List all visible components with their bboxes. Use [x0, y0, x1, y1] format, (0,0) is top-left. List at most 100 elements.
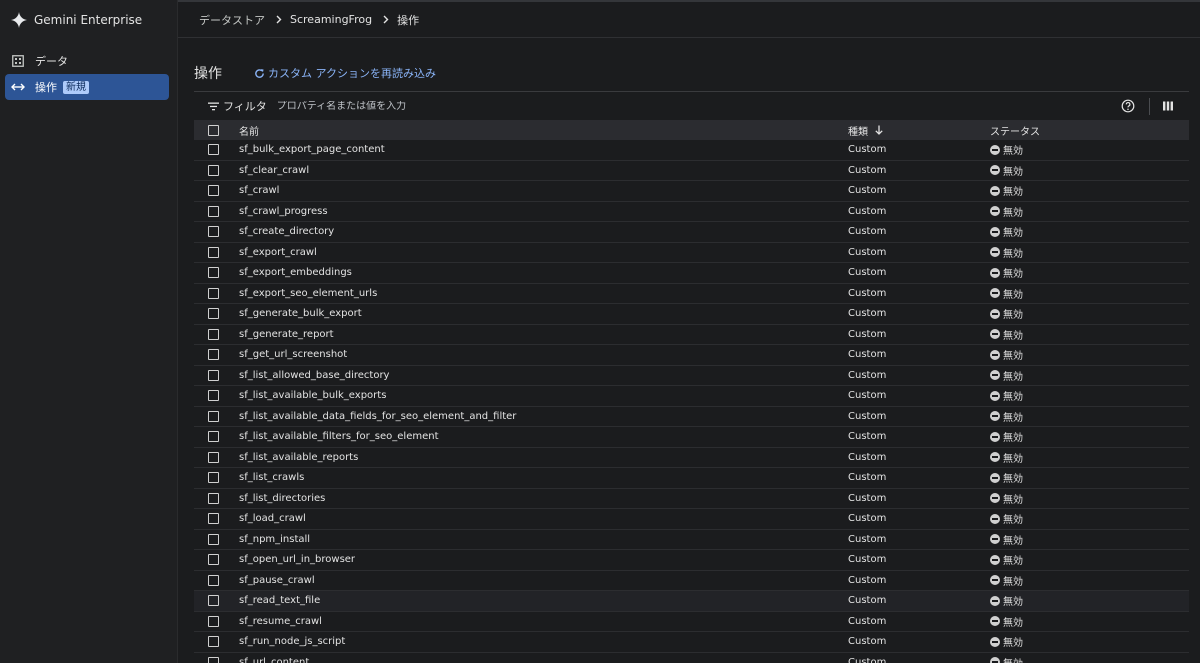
table-row[interactable]: sf_get_url_screenshot Custom 無効	[194, 345, 1189, 366]
select-all-checkbox[interactable]	[208, 124, 219, 136]
action-name[interactable]: sf_open_url_in_browser	[239, 554, 848, 565]
table-row[interactable]: sf_run_node_js_script Custom 無効	[194, 632, 1189, 653]
row-checkbox[interactable]	[208, 472, 219, 484]
sidebar-item-label: 操作	[35, 81, 57, 94]
action-name[interactable]: sf_crawl_progress	[239, 206, 848, 217]
table-row[interactable]: sf_pause_crawl Custom 無効	[194, 571, 1189, 591]
table-row[interactable]: sf_list_available_reports Custom 無効	[194, 448, 1189, 468]
row-checkbox[interactable]	[208, 308, 219, 320]
action-status: 無効	[990, 409, 1023, 424]
row-checkbox[interactable]	[208, 513, 219, 525]
action-name[interactable]: sf_bulk_export_page_content	[239, 144, 848, 155]
action-name[interactable]: sf_list_allowed_base_directory	[239, 370, 848, 381]
action-name[interactable]: sf_get_url_screenshot	[239, 349, 848, 360]
action-name[interactable]: sf_export_seo_element_urls	[239, 288, 848, 299]
action-name[interactable]: sf_list_crawls	[239, 472, 848, 483]
action-name[interactable]: sf_url_content	[239, 657, 848, 663]
action-type: Custom	[848, 431, 887, 443]
action-name[interactable]: sf_npm_install	[239, 534, 848, 545]
action-name[interactable]: sf_list_directories	[239, 493, 848, 504]
row-checkbox[interactable]	[208, 554, 219, 566]
reload-custom-actions-button[interactable]: カスタム アクションを再読み込み	[254, 65, 436, 81]
table-row[interactable]: sf_resume_crawl Custom 無効	[194, 612, 1189, 632]
table-row[interactable]: sf_open_url_in_browser Custom 無効	[194, 550, 1189, 571]
refresh-icon	[255, 68, 264, 78]
table-row[interactable]: sf_list_crawls Custom 無効	[194, 468, 1189, 489]
row-checkbox[interactable]	[208, 410, 219, 422]
breadcrumb-datastore[interactable]: データストア	[199, 12, 265, 28]
table-row[interactable]: sf_load_crawl Custom 無効	[194, 509, 1189, 530]
table-row[interactable]: sf_generate_report Custom 無効	[194, 325, 1189, 345]
row-checkbox[interactable]	[208, 328, 219, 340]
row-checkbox[interactable]	[208, 656, 219, 663]
table-row[interactable]: sf_list_available_bulk_exports Custom 無効	[194, 386, 1189, 407]
table-row[interactable]: sf_generate_bulk_export Custom 無効	[194, 304, 1189, 325]
action-name[interactable]: sf_generate_bulk_export	[239, 308, 848, 319]
column-header-status[interactable]: ステータス	[990, 123, 1040, 138]
help-icon[interactable]	[1121, 99, 1135, 113]
row-checkbox[interactable]	[208, 451, 219, 463]
row-checkbox[interactable]	[208, 574, 219, 586]
row-checkbox[interactable]	[208, 595, 219, 607]
action-name[interactable]: sf_list_available_reports	[239, 452, 848, 463]
action-name[interactable]: sf_create_directory	[239, 226, 848, 237]
column-header-name[interactable]: 名前	[239, 123, 848, 138]
table-row[interactable]: sf_npm_install Custom 無効	[194, 530, 1189, 550]
row-checkbox[interactable]	[208, 615, 219, 627]
row-checkbox[interactable]	[208, 533, 219, 545]
action-name[interactable]: sf_resume_crawl	[239, 616, 848, 627]
action-name[interactable]: sf_read_text_file	[239, 595, 848, 606]
row-checkbox[interactable]	[208, 390, 219, 402]
row-checkbox[interactable]	[208, 492, 219, 504]
action-name[interactable]: sf_crawl	[239, 185, 848, 196]
row-checkbox[interactable]	[208, 205, 219, 217]
row-checkbox[interactable]	[208, 246, 219, 258]
table-row[interactable]: sf_list_available_filters_for_seo_elemen…	[194, 427, 1189, 448]
action-name[interactable]: sf_run_node_js_script	[239, 636, 848, 647]
brand[interactable]: Gemini Enterprise	[11, 11, 142, 29]
row-checkbox[interactable]	[208, 431, 219, 443]
row-checkbox[interactable]	[208, 287, 219, 299]
table-row[interactable]: sf_crawl_progress Custom 無効	[194, 202, 1189, 222]
row-checkbox[interactable]	[208, 164, 219, 176]
table-row[interactable]: sf_read_text_file Custom 無効	[194, 591, 1189, 612]
filter-button[interactable]: フィルタ	[208, 98, 267, 114]
table-row[interactable]: sf_list_directories Custom 無効	[194, 489, 1189, 509]
row-checkbox[interactable]	[208, 226, 219, 238]
action-type: Custom	[848, 267, 887, 279]
table-row[interactable]: sf_export_embeddings Custom 無効	[194, 263, 1189, 284]
row-checkbox[interactable]	[208, 185, 219, 197]
sidebar-item-actions[interactable]: 操作 新規	[5, 74, 169, 100]
table-row[interactable]: sf_export_seo_element_urls Custom 無効	[194, 284, 1189, 304]
action-name[interactable]: sf_generate_report	[239, 329, 848, 340]
table-row[interactable]: sf_list_allowed_base_directory Custom 無効	[194, 366, 1189, 386]
filter-icon	[208, 102, 219, 110]
filter-input[interactable]	[276, 100, 877, 112]
column-header-type[interactable]: 種類	[848, 123, 990, 138]
action-name[interactable]: sf_export_embeddings	[239, 267, 848, 278]
row-checkbox[interactable]	[208, 267, 219, 279]
table-row[interactable]: sf_export_crawl Custom 無効	[194, 243, 1189, 263]
status-label: 無効	[1003, 269, 1023, 281]
action-name[interactable]: sf_list_available_bulk_exports	[239, 390, 848, 401]
row-checkbox[interactable]	[208, 349, 219, 361]
action-name[interactable]: sf_clear_crawl	[239, 165, 848, 176]
table-row[interactable]: sf_crawl Custom 無効	[194, 181, 1189, 202]
table-row[interactable]: sf_list_available_data_fields_for_seo_el…	[194, 407, 1189, 427]
table-row[interactable]: sf_clear_crawl Custom 無効	[194, 161, 1189, 181]
sidebar-item-data[interactable]: データ	[5, 48, 169, 74]
table-row[interactable]: sf_bulk_export_page_content Custom 無効	[194, 140, 1189, 161]
action-name[interactable]: sf_load_crawl	[239, 513, 848, 524]
column-display-icon[interactable]	[1162, 100, 1174, 112]
action-name[interactable]: sf_export_crawl	[239, 247, 848, 258]
row-checkbox[interactable]	[208, 144, 219, 156]
row-checkbox[interactable]	[208, 636, 219, 648]
table-row[interactable]: sf_url_contentCustom 無効	[194, 653, 1189, 663]
breadcrumb-screamingfrog[interactable]: ScreamingFrog	[290, 13, 372, 26]
disabled-icon	[990, 534, 1000, 545]
row-checkbox[interactable]	[208, 369, 219, 381]
action-name[interactable]: sf_pause_crawl	[239, 575, 848, 586]
table-row[interactable]: sf_create_directory Custom 無効	[194, 222, 1189, 243]
action-name[interactable]: sf_list_available_data_fields_for_seo_el…	[239, 411, 848, 422]
action-name[interactable]: sf_list_available_filters_for_seo_elemen…	[239, 431, 848, 442]
